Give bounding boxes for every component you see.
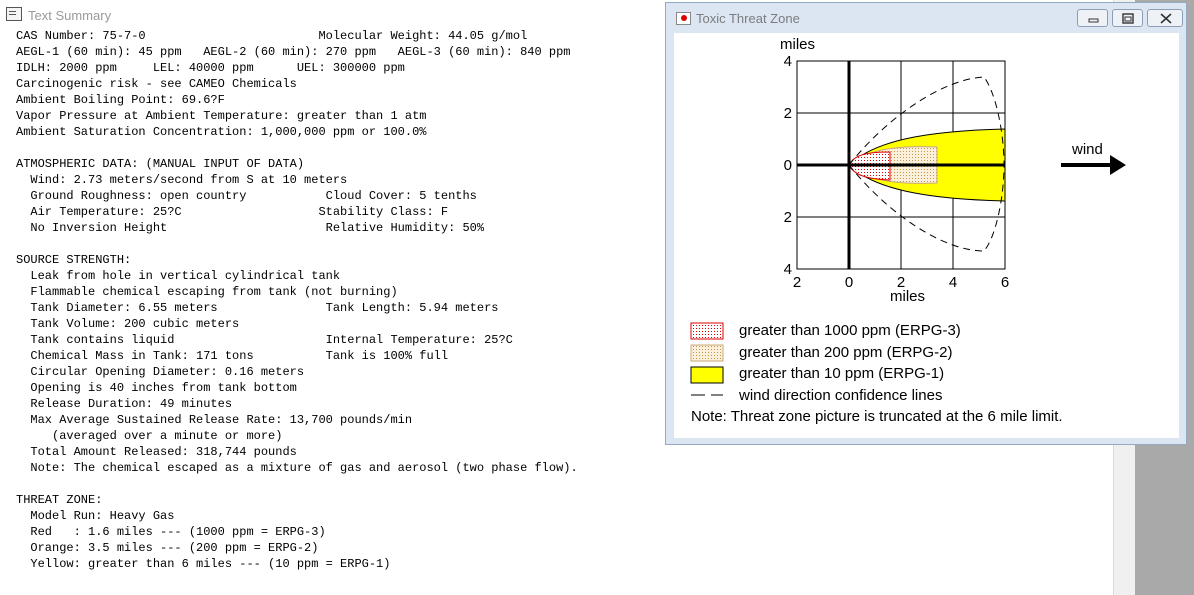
summary-line: Wind: 2.73 meters/second from S at 10 me… xyxy=(16,173,348,187)
wind-arrow-icon xyxy=(1061,155,1126,175)
summary-line: Leak from hole in vertical cylindrical t… xyxy=(16,269,341,283)
x-tick-label: 4 xyxy=(949,274,957,291)
threat-zone-note: Note: Threat zone picture is truncated a… xyxy=(691,408,1063,425)
y-tick-label: 2 xyxy=(784,209,792,226)
legend-swatch-red xyxy=(690,322,724,340)
summary-line: Tank contains liquid Internal Temperatur… xyxy=(16,333,513,347)
x-unit-label: miles xyxy=(890,288,925,305)
summary-line: ATMOSPHERIC DATA: (MANUAL INPUT OF DATA) xyxy=(16,157,305,171)
x-tick-label: 0 xyxy=(845,274,853,291)
legend-swatch-yellow xyxy=(690,366,724,384)
threat-zone-content: miles 42024 20246 miles wind greater tha… xyxy=(674,33,1179,438)
summary-line: Red : 1.6 miles --- (1000 ppm = ERPG-3) xyxy=(16,525,326,539)
close-icon xyxy=(1160,13,1172,24)
summary-line: Max Average Sustained Release Rate: 13,7… xyxy=(16,413,413,427)
summary-line: Circular Opening Diameter: 0.16 meters xyxy=(16,365,305,379)
summary-line: Flammable chemical escaping from tank (n… xyxy=(16,285,398,299)
y-tick-labels: 4 2 0 2 4 xyxy=(784,53,792,278)
document-icon xyxy=(6,7,22,21)
summary-line: Opening is 40 inches from tank bottom xyxy=(16,381,297,395)
summary-line: Tank Volume: 200 cubic meters xyxy=(16,317,240,331)
summary-line: Note: The chemical escaped as a mixture … xyxy=(16,461,578,475)
summary-line: Model Run: Heavy Gas xyxy=(16,509,175,523)
wind-label: wind xyxy=(1071,141,1103,158)
summary-line: IDLH: 2000 ppm LEL: 40000 ppm UEL: 30000… xyxy=(16,61,405,75)
summary-line: No Inversion Height Relative Humidity: 5… xyxy=(16,221,485,235)
y-tick-label: 2 xyxy=(784,105,792,122)
summary-line: Ambient Boiling Point: 69.6?F xyxy=(16,93,225,107)
window-title: Toxic Threat Zone xyxy=(696,11,800,26)
minimize-icon xyxy=(1088,18,1099,23)
maximize-button[interactable] xyxy=(1112,9,1143,27)
threat-zone-plot: miles 42024 20246 miles wind greater tha… xyxy=(690,36,1126,425)
summary-line: Orange: 3.5 miles --- (200 ppm = ERPG-2) xyxy=(16,541,319,555)
app-icon xyxy=(676,12,691,25)
threat-zone-titlebar[interactable]: Toxic Threat Zone xyxy=(666,3,1186,33)
y-tick-label: 0 xyxy=(784,157,792,174)
threat-zone-window: Toxic Threat Zone miles 4 2 0 2 4 2 0 2 … xyxy=(665,2,1187,445)
summary-line: Total Amount Released: 318,744 pounds xyxy=(16,445,297,459)
maximize-icon xyxy=(1122,13,1134,24)
summary-line: (averaged over a minute or more) xyxy=(16,429,283,443)
x-tick-label: 2 xyxy=(793,274,801,291)
x-tick-label: 6 xyxy=(1001,274,1009,291)
summary-line: Ambient Saturation Concentration: 1,000,… xyxy=(16,125,427,139)
legend-item-orange: greater than 200 ppm (ERPG-2) xyxy=(739,344,952,361)
legend-item-dash: wind direction confidence lines xyxy=(738,387,942,404)
summary-line: SOURCE STRENGTH: xyxy=(16,253,132,267)
y-tick-label: 4 xyxy=(784,53,792,70)
summary-line: Vapor Pressure at Ambient Temperature: g… xyxy=(16,109,427,123)
summary-line: Carcinogenic risk - see CAMEO Chemicals xyxy=(16,77,297,91)
legend: greater than 1000 ppm (ERPG-3) greater t… xyxy=(690,322,1063,425)
legend-item-red: greater than 1000 ppm (ERPG-3) xyxy=(739,322,961,339)
minimize-button[interactable] xyxy=(1077,9,1108,27)
y-unit-label: miles xyxy=(780,36,815,53)
summary-line: Chemical Mass in Tank: 171 tons Tank is … xyxy=(16,349,449,363)
close-button[interactable] xyxy=(1147,9,1183,27)
summary-line: THREAT ZONE: xyxy=(16,493,103,507)
summary-line: Air Temperature: 25?C Stability Class: F xyxy=(16,205,449,219)
legend-item-yellow: greater than 10 ppm (ERPG-1) xyxy=(739,365,944,382)
summary-line: AEGL-1 (60 min): 45 ppm AEGL-2 (60 min):… xyxy=(16,45,571,59)
summary-line: Yellow: greater than 6 miles --- (10 ppm… xyxy=(16,557,391,571)
summary-line: Tank Diameter: 6.55 meters Tank Length: … xyxy=(16,301,499,315)
summary-line: Release Duration: 49 minutes xyxy=(16,397,233,411)
y-tick-label: 4 xyxy=(784,261,792,278)
summary-line: Ground Roughness: open country Cloud Cov… xyxy=(16,189,477,203)
summary-text: CAS Number: 75-7-0 Molecular Weight: 44.… xyxy=(16,28,578,572)
window-title: Text Summary xyxy=(28,8,112,23)
summary-line: CAS Number: 75-7-0 Molecular Weight: 44.… xyxy=(16,29,528,43)
legend-swatch-orange xyxy=(690,344,724,362)
